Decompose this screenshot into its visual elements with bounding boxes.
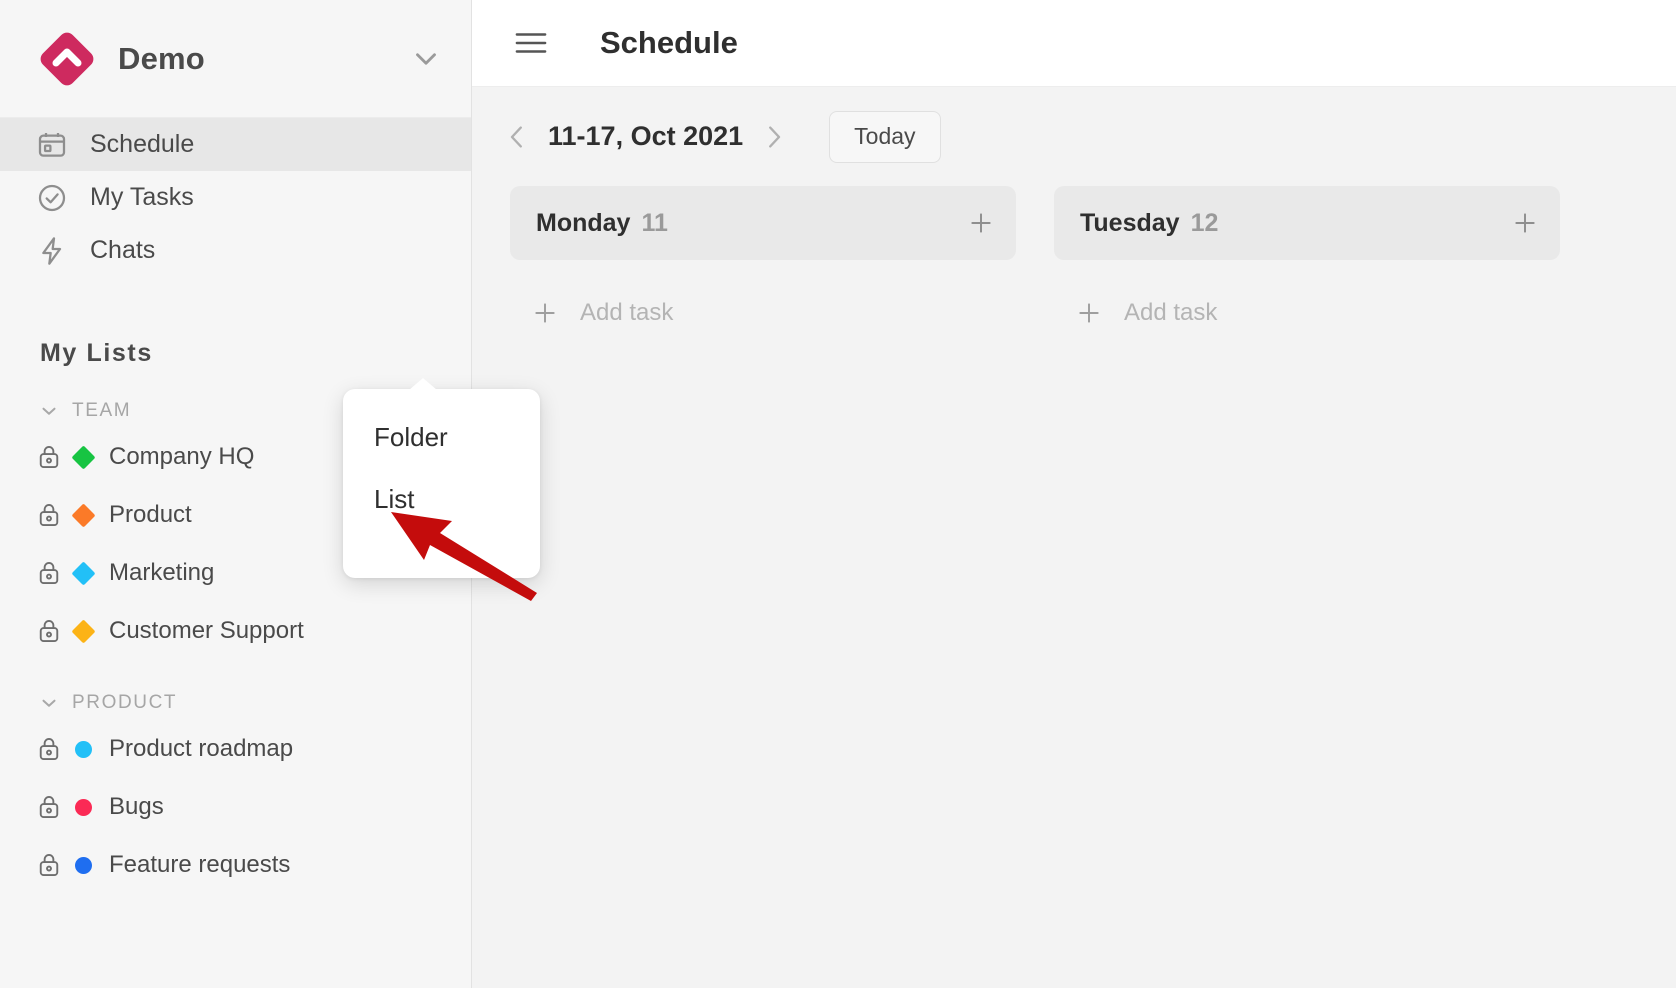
popup-item-list[interactable]: List — [343, 468, 540, 530]
add-task-label: Add task — [580, 299, 674, 326]
sidebar-item-label: Schedule — [90, 130, 195, 158]
list-color-swatch — [75, 740, 92, 758]
list-item-product-roadmap[interactable]: Product roadmap — [0, 720, 471, 778]
list-group-label: PRODUCT — [72, 692, 178, 713]
list-color-swatch — [71, 618, 96, 644]
lightning-bolt-icon — [36, 235, 68, 267]
list-group-product: PRODUCT Product roadmap Bugs Feature req… — [0, 686, 471, 894]
add-task-plus-icon[interactable] — [968, 210, 994, 236]
list-item-customer-support[interactable]: Customer Support — [0, 602, 471, 660]
popup-item-folder[interactable]: Folder — [343, 406, 540, 468]
add-task-row[interactable]: Add task — [510, 284, 1016, 342]
sidebar-item-label: My Tasks — [90, 183, 194, 211]
chevron-left-icon[interactable] — [502, 122, 532, 152]
lock-icon — [38, 794, 60, 820]
list-item-label: Product roadmap — [109, 735, 294, 762]
lock-icon — [38, 852, 60, 878]
day-name: Tuesday — [1080, 208, 1180, 237]
sidebar-item-chats[interactable]: Chats — [0, 224, 471, 277]
list-item-label: Marketing — [109, 559, 215, 586]
main-content: Schedule 11-17, Oct 2021 Today Monday 11 — [472, 0, 1676, 988]
list-color-swatch — [71, 444, 96, 470]
day-header: Monday 11 — [510, 186, 1016, 260]
hamburger-icon[interactable] — [514, 30, 548, 56]
today-button[interactable]: Today — [829, 110, 941, 163]
app-root: Demo Schedule My Tasks Chats My Lists TE… — [0, 0, 1676, 988]
list-group-label: TEAM — [72, 400, 132, 421]
chevron-down-icon[interactable] — [409, 42, 443, 76]
chevron-right-icon[interactable] — [759, 122, 789, 152]
my-lists-heading: My Lists — [40, 339, 153, 367]
plus-icon — [532, 300, 558, 326]
schedule-board: Monday 11 Add task Tuesday 12 Add task — [472, 186, 1676, 988]
workspace-switcher[interactable]: Demo — [0, 0, 471, 118]
list-color-swatch — [71, 502, 96, 528]
calendar-icon — [36, 129, 68, 161]
list-item-label: Bugs — [109, 793, 164, 820]
day-number: 11 — [641, 208, 668, 237]
day-header: Tuesday 12 — [1054, 186, 1560, 260]
top-bar: Schedule — [472, 0, 1676, 87]
day-name: Monday — [536, 208, 631, 237]
lock-icon — [38, 736, 60, 762]
workspace-logo-icon — [38, 30, 96, 88]
primary-nav: Schedule My Tasks Chats — [0, 118, 471, 277]
add-task-plus-icon[interactable] — [1512, 210, 1538, 236]
page-title: Schedule — [600, 25, 738, 60]
list-color-swatch — [75, 856, 92, 874]
day-column-monday: Monday 11 Add task — [510, 186, 1016, 988]
sidebar-item-label: Chats — [90, 236, 156, 264]
plus-icon — [1076, 300, 1102, 326]
date-navigation-bar: 11-17, Oct 2021 Today — [472, 87, 1676, 186]
check-circle-icon — [36, 182, 68, 214]
list-item-label: Customer Support — [109, 617, 304, 644]
chevron-down-icon — [38, 692, 60, 714]
list-color-swatch — [75, 798, 92, 816]
list-item-label: Company HQ — [109, 443, 255, 470]
add-task-row[interactable]: Add task — [1054, 284, 1560, 342]
day-column-tuesday: Tuesday 12 Add task — [1054, 186, 1560, 988]
add-task-label: Add task — [1124, 299, 1218, 326]
date-range-label: 11-17, Oct 2021 — [548, 121, 744, 151]
lock-icon — [38, 444, 60, 470]
workspace-name: Demo — [118, 40, 205, 76]
sidebar-item-schedule[interactable]: Schedule — [0, 118, 471, 171]
list-item-feature-requests[interactable]: Feature requests — [0, 836, 471, 894]
day-number: 12 — [1190, 208, 1219, 237]
sidebar-item-my-tasks[interactable]: My Tasks — [0, 171, 471, 224]
chevron-down-icon — [38, 400, 60, 422]
list-group-header[interactable]: PRODUCT — [0, 686, 471, 720]
sidebar: Demo Schedule My Tasks Chats My Lists TE… — [0, 0, 540, 988]
lock-icon — [38, 618, 60, 644]
popup-notch — [409, 378, 437, 390]
list-color-swatch — [71, 560, 96, 586]
lock-icon — [38, 560, 60, 586]
list-item-label: Product — [109, 501, 192, 528]
lock-icon — [38, 502, 60, 528]
list-item-label: Feature requests — [109, 851, 291, 878]
list-item-bugs[interactable]: Bugs — [0, 778, 471, 836]
create-new-popup-menu: Folder List — [343, 378, 540, 578]
